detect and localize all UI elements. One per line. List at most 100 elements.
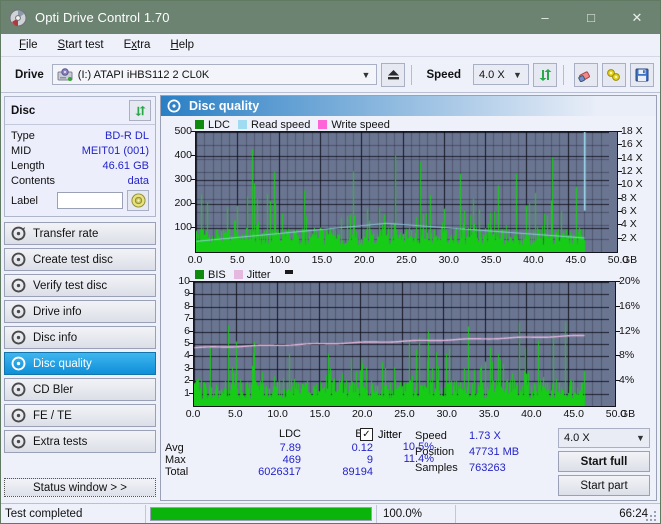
disc-verify-icon — [11, 278, 26, 293]
eject-button[interactable] — [381, 63, 405, 87]
bottom-chart-x-axis: 0.05.010.015.020.025.030.035.040.045.050… — [193, 407, 616, 422]
refresh-button[interactable] — [533, 63, 557, 87]
x-tick-label: 25.0 — [394, 408, 414, 420]
sidebar-item-drive-info[interactable]: Drive info — [4, 300, 156, 323]
y-tick-mark — [618, 224, 622, 225]
legend-swatch-read-speed — [238, 120, 247, 129]
stats-row-max-ldc: 469 — [221, 454, 301, 466]
jitter-header: ✓ Jitter — [360, 428, 470, 441]
menu-help[interactable]: Help — [160, 37, 204, 53]
y-tick-label: 20% — [619, 275, 640, 287]
erase-button[interactable] — [574, 63, 598, 87]
y-tick-label: 10 X — [621, 178, 643, 190]
bottom-chart-canvas — [194, 282, 609, 406]
disc-bler-icon — [11, 382, 26, 397]
y-tick-mark — [618, 131, 622, 132]
x-tick-label: 40.0 — [523, 254, 543, 266]
maximize-button[interactable]: □ — [568, 1, 614, 34]
disc-row-type-value: BD-R DL — [105, 130, 149, 142]
disc-label-apply-button[interactable] — [127, 190, 149, 211]
app-window: Opti Drive Control 1.70 – □ ✕ File Start… — [0, 0, 661, 524]
sidebar-item-cd-bler[interactable]: CD Bler — [4, 378, 156, 401]
menu-file[interactable]: File — [9, 37, 48, 53]
bottom-chart-y-axis-left: 12345678910 — [165, 281, 193, 422]
tools-button[interactable] — [602, 63, 626, 87]
x-tick-label: 5.0 — [230, 254, 245, 266]
menu-file-accel: F — [19, 39, 26, 51]
resize-grip[interactable] — [646, 509, 658, 521]
status-divider-1 — [145, 505, 146, 523]
status-window-button[interactable]: Status window > > — [4, 478, 156, 497]
x-tick-label: 0.0 — [186, 408, 201, 420]
sidebar-spacer — [4, 453, 156, 478]
sidebar-item-transfer-rate[interactable]: Transfer rate — [4, 222, 156, 245]
sidebar-item-extra-tests[interactable]: Extra tests — [4, 430, 156, 453]
y-tick-label: 12% — [619, 325, 640, 337]
disc-transfer-icon — [11, 226, 26, 241]
y-tick-label: 16% — [619, 300, 640, 312]
menu-file-rest: ile — [26, 39, 38, 51]
x-tick-label: 20.0 — [354, 254, 374, 266]
window-controls: – □ ✕ — [522, 1, 660, 34]
eject-icon — [386, 68, 401, 81]
y-tick-label: 8 X — [621, 192, 637, 204]
start-full-button[interactable]: Start full — [558, 451, 650, 472]
chevron-down-icon[interactable]: ▼ — [632, 429, 649, 448]
jitter-column: ✓ Jitter 10.5% 11.4% — [360, 428, 470, 465]
y-tick-mark — [618, 171, 622, 172]
disc-row-contents-key: Contents — [11, 175, 55, 187]
stats-position-value: 47731 MB — [469, 446, 519, 458]
sidebar-item-create-test-disc[interactable]: Create test disc — [4, 248, 156, 271]
menu-extra[interactable]: Extra — [114, 37, 161, 53]
x-tick-label: 5.0 — [228, 408, 243, 420]
x-tick-label: 10.0 — [269, 254, 289, 266]
save-button[interactable] — [630, 63, 654, 87]
disc-icon — [131, 193, 146, 208]
elapsed-time: 66:24 — [456, 508, 660, 520]
stats-speed-value: 1.73 X — [469, 430, 501, 442]
sidebar-item-fe-te[interactable]: FE / TE — [4, 404, 156, 427]
bottom-chart-y-axis-right: 4%8%12%16%20% — [616, 281, 652, 422]
legend-marker-icon — [285, 270, 293, 274]
legend-swatch-ldc — [195, 120, 204, 129]
drive-select[interactable]: (I:) ATAPI iHBS112 2 CL0K ▼ — [52, 64, 378, 85]
sidebar-item-create-test-disc-label: Create test disc — [33, 254, 113, 266]
disc-label-input[interactable] — [57, 192, 123, 209]
stats-row-avg-key: Avg — [165, 442, 221, 454]
stats-row-total-bis: 89194 — [301, 466, 373, 478]
chevron-down-icon[interactable]: ▼ — [509, 65, 526, 84]
sidebar-item-disc-quality[interactable]: Disc quality — [4, 352, 156, 375]
speed-select[interactable]: 4.0 X ▼ — [473, 64, 529, 85]
y-tick-mark — [618, 184, 622, 185]
disc-row-contents: Contents data — [11, 173, 149, 188]
disc-row-length-key: Length — [11, 160, 45, 172]
close-button[interactable]: ✕ — [614, 1, 660, 34]
minimize-button[interactable]: – — [522, 1, 568, 34]
speed-value: 4.0 X — [476, 69, 509, 81]
sidebar-item-verify-test-disc[interactable]: Verify test disc — [4, 274, 156, 297]
sidebar: Disc Type BD-R DL MID M — [1, 93, 159, 501]
menu-start-test[interactable]: Start test — [48, 37, 114, 53]
disc-panel-title: Disc — [11, 105, 35, 117]
sidebar-item-verify-test-disc-label: Verify test disc — [33, 280, 107, 292]
content-area: Disc quality LDC Read speed Write speed … — [159, 93, 660, 501]
x-tick-label: 45.0 — [563, 408, 583, 420]
start-part-button[interactable]: Start part — [558, 475, 650, 496]
jitter-label: Jitter — [378, 429, 402, 441]
title-bar: Opti Drive Control 1.70 – □ ✕ — [1, 1, 660, 34]
disc-refresh-button[interactable] — [129, 100, 151, 121]
menu-help-accel: H — [170, 39, 178, 51]
disc-row-length-value: 46.61 GB — [103, 160, 149, 172]
sidebar-item-disc-info[interactable]: Disc info — [4, 326, 156, 349]
sidebar-item-extra-tests-label: Extra tests — [33, 436, 87, 448]
sidebar-item-transfer-rate-label: Transfer rate — [33, 228, 98, 240]
charts-container: LDC Read speed Write speed 1002003004005… — [161, 116, 656, 422]
x-tick-label: 15.0 — [310, 408, 330, 420]
top-chart: 100200300400500 2 X4 X6 X8 X10 X12 X14 X… — [165, 131, 652, 268]
menu-help-rest: elp — [179, 39, 194, 51]
chevron-down-icon[interactable]: ▼ — [357, 65, 374, 84]
jitter-checkbox[interactable]: ✓ — [360, 428, 373, 441]
disc-extra-icon — [11, 434, 26, 449]
top-chart-y-axis-right: 2 X4 X6 X8 X10 X12 X14 X16 X18 X — [618, 131, 652, 268]
test-speed-select[interactable]: 4.0 X ▼ — [558, 428, 650, 448]
